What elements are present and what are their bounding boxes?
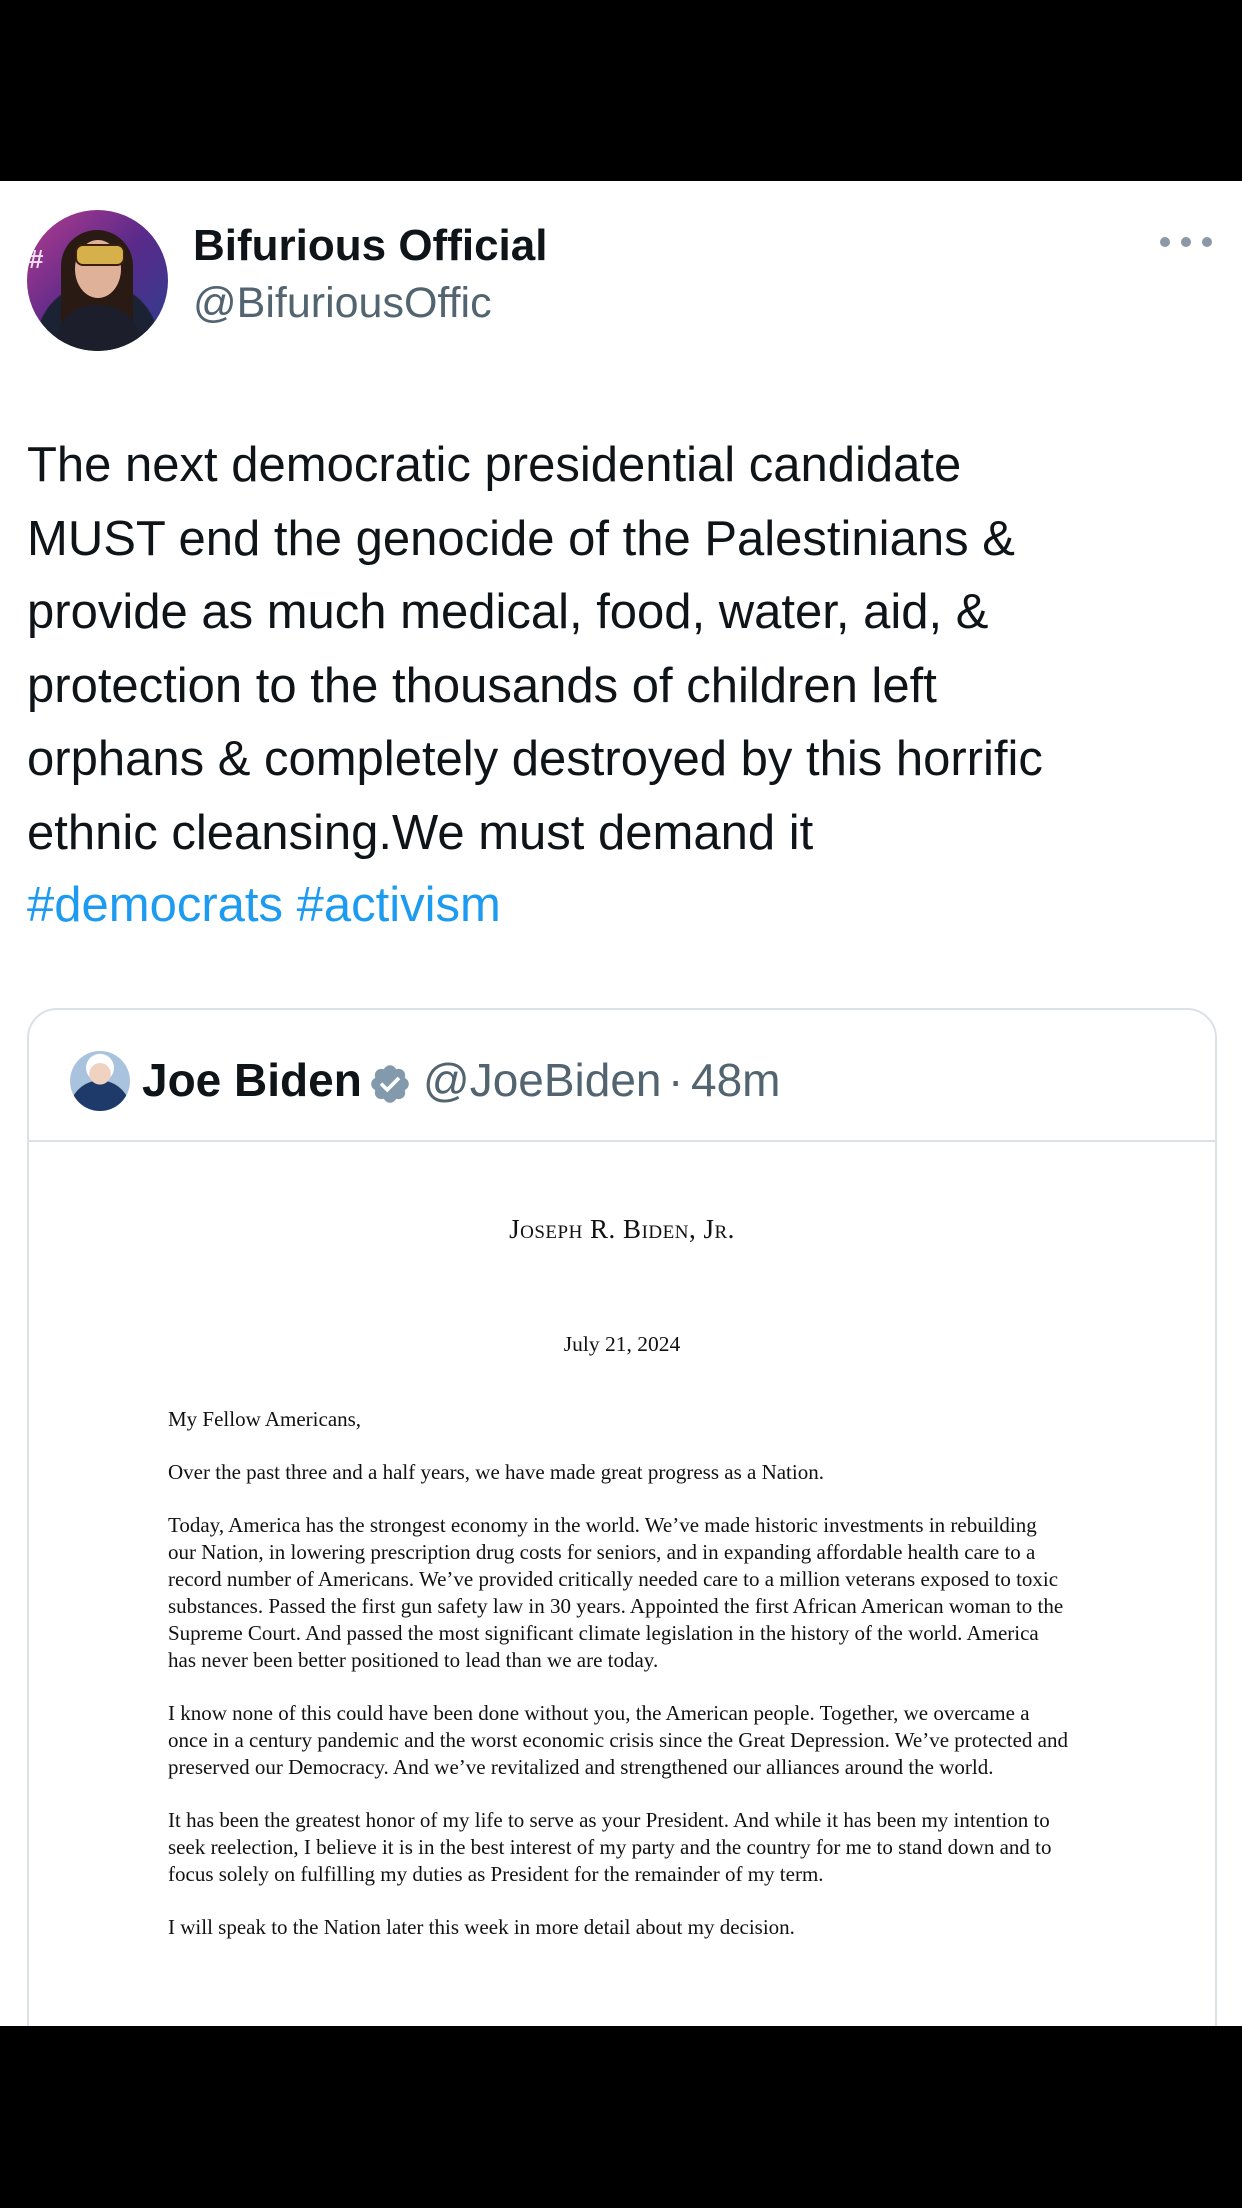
hashtags: #democrats #activism xyxy=(27,869,501,943)
letter-body: My Fellow Americans, Over the past three… xyxy=(168,1406,1068,1967)
more-dot xyxy=(1202,237,1212,247)
letter-salutation: My Fellow Americans, xyxy=(168,1407,362,1431)
tweet-detail: # Bifurious Official @BifuriousOffic The… xyxy=(0,181,1242,2026)
tweet-text-line: The next democratic presidential candida… xyxy=(27,438,962,492)
letterhead: Joseph R. Biden, Jr. xyxy=(509,1214,735,1244)
letter-paragraph: Over the past three and a half years, we… xyxy=(168,1460,824,1484)
more-dot xyxy=(1160,237,1170,247)
letter-paragraph: I will speak to the Nation later this we… xyxy=(168,1915,795,1939)
letter-date: July 21, 2024 xyxy=(563,1332,681,1356)
hashtag-activism[interactable]: #activism xyxy=(297,878,501,932)
letter-paragraph: It has been the greatest honor of my lif… xyxy=(168,1808,1052,1886)
quoted-tweet-header: Joe Biden @JoeBiden · 48m xyxy=(29,1010,1215,1142)
more-dot xyxy=(1181,237,1191,247)
quoted-timestamp[interactable]: 48m xyxy=(691,1053,780,1107)
tweet-text-line: orphans & completely destroyed by this h… xyxy=(27,732,1043,786)
avatar-hash-sign: # xyxy=(29,244,44,274)
letter-paragraph: Today, America has the strongest economy… xyxy=(168,1513,1064,1672)
verified-badge-shape xyxy=(371,1065,409,1103)
quoted-tweet-card[interactable]: Joe Biden @JoeBiden · 48m Joseph R. Bide… xyxy=(27,1008,1217,2026)
verified-badge-icon xyxy=(371,1065,409,1103)
author-name[interactable]: Bifurious Official xyxy=(193,221,547,271)
author-avatar[interactable]: # xyxy=(27,210,168,351)
quoted-author-handle[interactable]: @JoeBiden xyxy=(423,1053,662,1107)
tweet-text-line: MUST end the genocide of the Palestinian… xyxy=(27,511,1015,566)
letter-paragraph: I know none of this could have been done… xyxy=(168,1701,1069,1779)
author-handle[interactable]: @BifuriousOffic xyxy=(193,279,492,328)
quoted-author-avatar[interactable] xyxy=(70,1051,130,1111)
letter-image[interactable]: Joseph R. Biden, Jr. July 21, 2024 My Fe… xyxy=(29,1142,1215,2026)
tweet-text-line: ethnic cleansing.We must demand it xyxy=(27,805,814,860)
avatar-mask xyxy=(75,244,125,266)
tweet-text-line: provide as much medical, food, water, ai… xyxy=(27,585,989,639)
quoted-author-name[interactable]: Joe Biden xyxy=(142,1053,362,1107)
hashtag-democrats[interactable]: #democrats xyxy=(27,878,283,932)
top-black-bar xyxy=(0,0,1242,181)
timestamp-separator: · xyxy=(668,1054,684,1106)
bottom-black-bar xyxy=(0,2026,1242,2208)
tweet-text-line: protection to the thousands of children … xyxy=(27,658,937,713)
tweet-text: The next democratic presidential candida… xyxy=(27,429,1217,870)
more-options-icon[interactable] xyxy=(1160,227,1212,257)
